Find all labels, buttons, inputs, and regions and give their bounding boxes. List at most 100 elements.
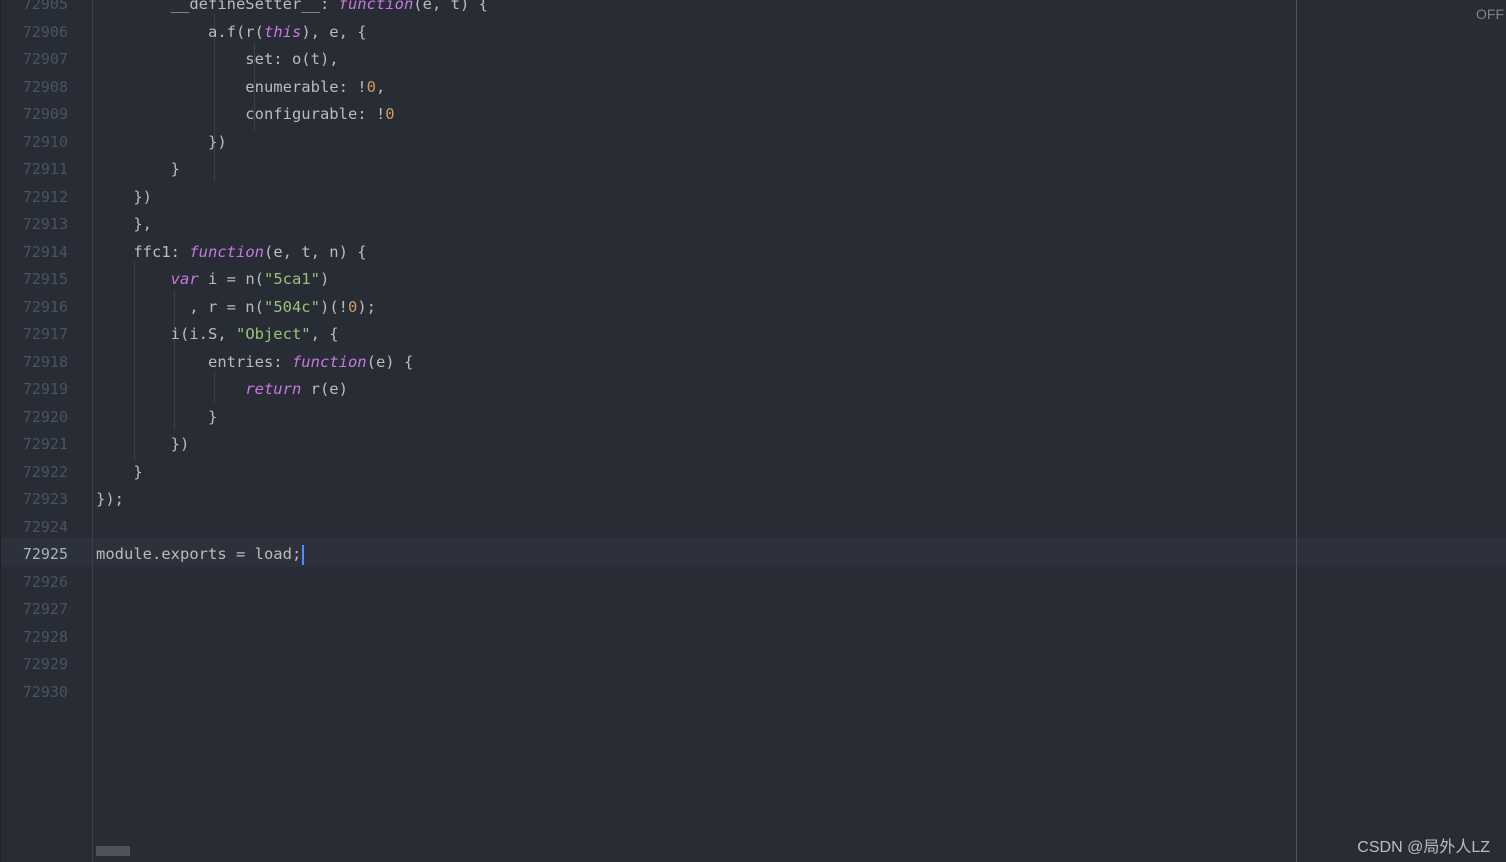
line-number[interactable]: 72921 — [0, 431, 68, 459]
watermark: CSDN @局外人LZ — [1357, 839, 1490, 856]
line-number[interactable]: 72922 — [0, 459, 68, 487]
code-text[interactable]: a.f(r(this), e, { — [96, 19, 367, 47]
code-token: , { — [310, 325, 339, 343]
code-line[interactable]: 72910 }) — [0, 129, 1290, 157]
line-number[interactable]: 72905 — [0, 0, 68, 19]
code-line[interactable]: 72907 set: o(t), — [0, 46, 1290, 74]
line-number[interactable]: 72923 — [0, 486, 68, 514]
code-line[interactable]: 72909 configurable: !0 — [0, 101, 1290, 129]
code-text[interactable]: }, — [96, 211, 152, 239]
code-text[interactable]: entries: function(e) { — [96, 349, 413, 377]
code-text[interactable]: return r(e) — [96, 376, 348, 404]
string-token: "5ca1" — [263, 270, 320, 288]
code-line[interactable]: 72917 i(i.S, "Object", { — [0, 321, 1290, 349]
line-number[interactable]: 72907 — [0, 46, 68, 74]
code-line[interactable]: 72929 — [0, 651, 1290, 679]
line-number[interactable]: 72920 — [0, 404, 68, 432]
code-token: }) — [96, 435, 190, 453]
code-text[interactable]: }); — [96, 486, 124, 514]
code-token: entries: — [96, 352, 292, 371]
line-number[interactable]: 72929 — [0, 651, 68, 679]
code-token: enumerable: ! — [96, 77, 367, 96]
code-line[interactable]: 72911 } — [0, 156, 1290, 184]
code-line[interactable]: 72924 — [0, 514, 1290, 542]
code-line[interactable]: 72906 a.f(r(this), e, { — [0, 19, 1290, 47]
line-number[interactable]: 72926 — [0, 569, 68, 597]
code-line[interactable]: 72926 — [0, 569, 1290, 597]
code-token: configurable: ! — [96, 105, 386, 123]
code-line[interactable]: 72923}); — [0, 486, 1290, 514]
code-text[interactable]: }) — [96, 184, 152, 212]
code-token: , — [375, 77, 386, 96]
code-line[interactable]: 72921 }) — [0, 431, 1290, 459]
code-token: } — [96, 462, 143, 481]
code-text[interactable]: } — [96, 459, 143, 487]
code-token: ), e, { — [301, 22, 367, 41]
code-line[interactable]: 72912 }) — [0, 184, 1290, 212]
code-text[interactable]: enumerable: !0, — [96, 74, 385, 102]
code-text[interactable]: } — [96, 156, 180, 184]
code-line[interactable]: 72928 — [0, 624, 1290, 652]
code-line[interactable]: 72913 }, — [0, 211, 1290, 239]
code-token: i(i.S, — [96, 325, 236, 343]
code-text[interactable]: module.exports = load; — [96, 541, 305, 569]
code-line[interactable]: 72920 } — [0, 404, 1290, 432]
code-line[interactable]: 72905 __defineSetter__: function(e, t) { — [0, 0, 1290, 19]
line-number[interactable]: 72930 — [0, 679, 68, 707]
code-token: (e, t) { — [413, 0, 488, 13]
code-line[interactable]: 72918 entries: function(e) { — [0, 349, 1290, 377]
code-line[interactable]: 72908 enumerable: !0, — [0, 74, 1290, 102]
line-number[interactable]: 72910 — [0, 129, 68, 157]
line-number[interactable]: 72915 — [0, 266, 68, 294]
code-text[interactable]: } — [96, 404, 217, 432]
line-number[interactable]: 72911 — [0, 156, 68, 184]
code-text[interactable]: configurable: !0 — [96, 101, 395, 129]
code-line[interactable]: 72927 — [0, 596, 1290, 624]
code-editor[interactable]: 72905 __defineSetter__: function(e, t) {… — [0, 0, 1506, 862]
code-token: } — [96, 407, 218, 426]
line-number[interactable]: 72912 — [0, 184, 68, 212]
code-line[interactable]: 72916 , r = n("504c")(!0); — [0, 294, 1290, 322]
keyword-token: return — [245, 380, 302, 398]
code-line[interactable]: 72919 return r(e) — [0, 376, 1290, 404]
line-number[interactable]: 72906 — [0, 19, 68, 47]
code-line[interactable]: 72914 ffc1: function(e, t, n) { — [0, 239, 1290, 267]
code-line[interactable]: 72930 — [0, 679, 1290, 707]
line-number[interactable]: 72919 — [0, 376, 68, 404]
line-number[interactable]: 72914 — [0, 239, 68, 267]
code-token: a.f(r( — [96, 22, 264, 41]
code-token: )(! — [319, 297, 348, 316]
code-text[interactable]: __defineSetter__: function(e, t) { — [96, 0, 488, 19]
line-number[interactable]: 72916 — [0, 294, 68, 322]
line-number[interactable]: 72917 — [0, 321, 68, 349]
code-text[interactable]: }) — [96, 129, 227, 157]
number-token: 0 — [347, 297, 358, 316]
code-line[interactable]: 72922 } — [0, 459, 1290, 487]
line-number[interactable]: 72927 — [0, 596, 68, 624]
line-number[interactable]: 72908 — [0, 74, 68, 102]
code-text[interactable]: i(i.S, "Object", { — [96, 321, 339, 349]
code-token: } — [96, 160, 180, 178]
line-number[interactable]: 72928 — [0, 624, 68, 652]
code-token: ) — [319, 270, 330, 288]
keyword-token: var — [170, 270, 199, 288]
code-token: module.exports = load; — [96, 545, 302, 563]
code-text[interactable]: var i = n("5ca1") — [96, 266, 330, 294]
code-line[interactable]: 72925 module.exports = load; — [0, 541, 1290, 569]
code-text[interactable]: }) — [96, 431, 190, 459]
line-number[interactable]: 72909 — [0, 101, 68, 129]
line-number[interactable]: 72913 — [0, 211, 68, 239]
keyword-token: function — [189, 242, 264, 261]
toggle-off-label[interactable]: OFF — [1476, 6, 1504, 22]
code-text[interactable]: set: o(t), — [96, 46, 338, 74]
line-number[interactable]: 72925 — [0, 541, 68, 569]
horizontal-scrollbar-thumb[interactable] — [96, 846, 130, 856]
number-token: 0 — [366, 77, 376, 96]
line-number[interactable]: 72918 — [0, 349, 68, 377]
number-token: 0 — [385, 105, 395, 123]
line-number[interactable]: 72924 — [0, 514, 68, 542]
code-text[interactable]: , r = n("504c")(!0); — [96, 294, 376, 322]
code-text[interactable]: ffc1: function(e, t, n) { — [96, 239, 366, 267]
code-line[interactable]: 72915 var i = n("5ca1") — [0, 266, 1290, 294]
